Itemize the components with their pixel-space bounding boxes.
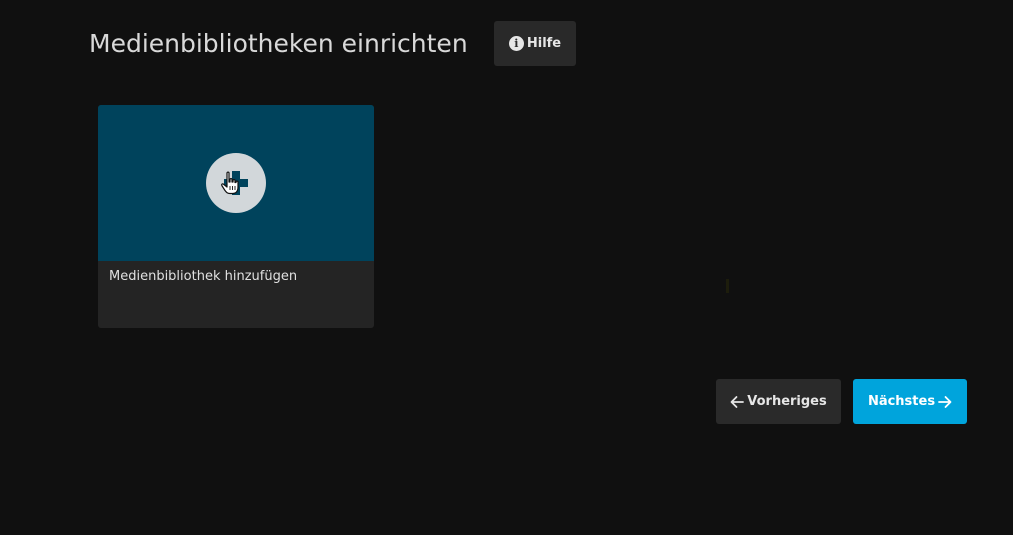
stray-mark (726, 279, 729, 293)
setup-page: Medienbibliotheken einrichten i Hilfe Me… (0, 0, 1013, 535)
add-library-button[interactable] (206, 153, 266, 213)
hand-cursor-icon (221, 171, 239, 195)
next-button[interactable]: Nächstes (853, 379, 967, 424)
help-button[interactable]: i Hilfe (494, 21, 576, 66)
previous-button-label: Vorheriges (747, 394, 827, 409)
info-icon: i (508, 36, 524, 51)
next-button-label: Nächstes (867, 394, 936, 409)
previous-button[interactable]: Vorheriges (716, 379, 841, 424)
card-label: Medienbibliothek hinzufügen (109, 269, 298, 284)
arrow-left-icon (730, 395, 745, 408)
add-media-library-card[interactable]: Medienbibliothek hinzufügen (98, 105, 374, 328)
help-button-label: Hilfe (526, 36, 562, 51)
page-title: Medienbibliotheken einrichten (89, 29, 468, 58)
arrow-right-icon (938, 395, 952, 408)
card-image (98, 105, 374, 261)
